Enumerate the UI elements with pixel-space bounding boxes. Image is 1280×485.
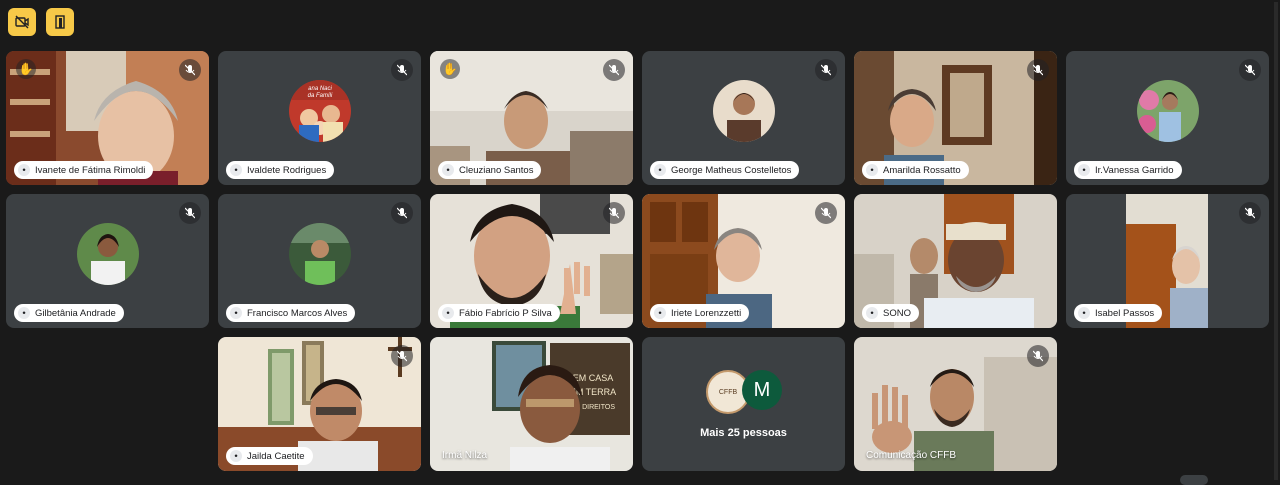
- participant-name: • Gilbetânia Andrade: [14, 304, 124, 322]
- participant-tile[interactable]: • George Matheus Costelletos: [642, 51, 845, 185]
- mic-off-icon: [1027, 345, 1049, 367]
- mic-off-icon: [391, 345, 413, 367]
- participant-tile[interactable]: SEM CASA SEM TERRA SEM DIREITOS Irmã Nil…: [430, 337, 633, 471]
- mic-off-icon: [815, 59, 837, 81]
- mic-off-icon: [391, 202, 413, 224]
- participant-name: • Cleuziano Santos: [438, 161, 542, 179]
- mic-off-icon: [603, 59, 625, 81]
- mic-off-icon: [815, 202, 837, 224]
- participant-tile[interactable]: • Francisco Marcos Alves: [218, 194, 421, 328]
- participant-name: • George Matheus Costelletos: [650, 161, 800, 179]
- leave-room-icon: [55, 15, 65, 29]
- pin-icon: •: [230, 450, 242, 462]
- more-avatars: CFFB M: [706, 370, 786, 414]
- pin-icon: •: [866, 164, 878, 176]
- participant-tile[interactable]: ✋ • Ivanete de Fátima Rimoldi: [6, 51, 209, 185]
- more-participants-tile[interactable]: CFFB M Mais 25 pessoas: [642, 337, 845, 471]
- participant-tile[interactable]: • Gilbetânia Andrade: [6, 194, 209, 328]
- avatar: M: [742, 370, 782, 410]
- pin-icon: •: [442, 307, 454, 319]
- participant-name: Irmã Nilza: [442, 450, 488, 461]
- mic-off-icon: [179, 59, 201, 81]
- participant-tile[interactable]: • Isabel Passos: [1066, 194, 1269, 328]
- participant-name: • Isabel Passos: [1074, 304, 1163, 322]
- svg-text:ana Naci: ana Naci: [308, 86, 332, 92]
- pin-icon: •: [230, 164, 242, 176]
- participant-name: • Jailda Caetite: [226, 447, 313, 465]
- avatar: [1136, 80, 1199, 142]
- scrollbar[interactable]: [1274, 2, 1278, 480]
- participant-tile[interactable]: • Iriete Lorenzzetti: [642, 194, 845, 328]
- participant-name: • Francisco Marcos Alves: [226, 304, 356, 322]
- mic-off-icon: [1239, 202, 1261, 224]
- participant-name: • Amarilda Rossatto: [862, 161, 969, 179]
- participant-tile[interactable]: • Ir.Vanessa Garrido: [1066, 51, 1269, 185]
- raised-hand-icon: ✋: [440, 59, 460, 79]
- page-indicator: [1180, 475, 1208, 485]
- avatar: [288, 223, 351, 285]
- pin-icon: •: [654, 164, 666, 176]
- pin-icon: •: [18, 307, 30, 319]
- mic-off-icon: [179, 202, 201, 224]
- participant-name: • Fábio Fabrício P Silva: [438, 304, 560, 322]
- avatar: [712, 80, 775, 142]
- leave-room-button[interactable]: [46, 8, 74, 36]
- participant-tile[interactable]: ana Naci da Famíli • Ivaldete Rodrigues: [218, 51, 421, 185]
- pin-icon: •: [442, 164, 454, 176]
- svg-text:da Famíli: da Famíli: [307, 93, 332, 99]
- mic-off-icon: [1239, 59, 1261, 81]
- more-participants-label: Mais 25 pessoas: [700, 427, 787, 439]
- pin-icon: •: [18, 164, 30, 176]
- pin-icon: •: [654, 307, 666, 319]
- participant-tile[interactable]: • Jailda Caetite: [218, 337, 421, 471]
- participant-tile[interactable]: • Amarilda Rossatto: [854, 51, 1057, 185]
- pin-icon: •: [230, 307, 242, 319]
- participant-name: • Ivaldete Rodrigues: [226, 161, 335, 179]
- raised-hand-icon: ✋: [16, 59, 36, 79]
- participant-name: • Ivanete de Fátima Rimoldi: [14, 161, 154, 179]
- participant-tile[interactable]: • SONO: [854, 194, 1057, 328]
- participant-tile[interactable]: ✋ • Cleuziano Santos: [430, 51, 633, 185]
- participant-name: • SONO: [862, 304, 919, 322]
- mic-off-icon: [603, 202, 625, 224]
- avatar: [76, 223, 139, 285]
- participant-name: • Ir.Vanessa Garrido: [1074, 161, 1182, 179]
- pin-icon: •: [1078, 307, 1090, 319]
- participant-tile[interactable]: Comunicação CFFB: [854, 337, 1057, 471]
- participant-name: Comunicação CFFB: [866, 450, 957, 461]
- camera-off-button[interactable]: [8, 8, 36, 36]
- camera-off-icon: [15, 15, 29, 29]
- participant-name: • Iriete Lorenzzetti: [650, 304, 750, 322]
- pin-icon: •: [1078, 164, 1090, 176]
- mic-off-icon: [391, 59, 413, 81]
- mic-off-icon: [1027, 59, 1049, 81]
- participant-tile[interactable]: • Fábio Fabrício P Silva: [430, 194, 633, 328]
- avatar: ana Naci da Famíli: [288, 80, 351, 142]
- pin-icon: •: [866, 307, 878, 319]
